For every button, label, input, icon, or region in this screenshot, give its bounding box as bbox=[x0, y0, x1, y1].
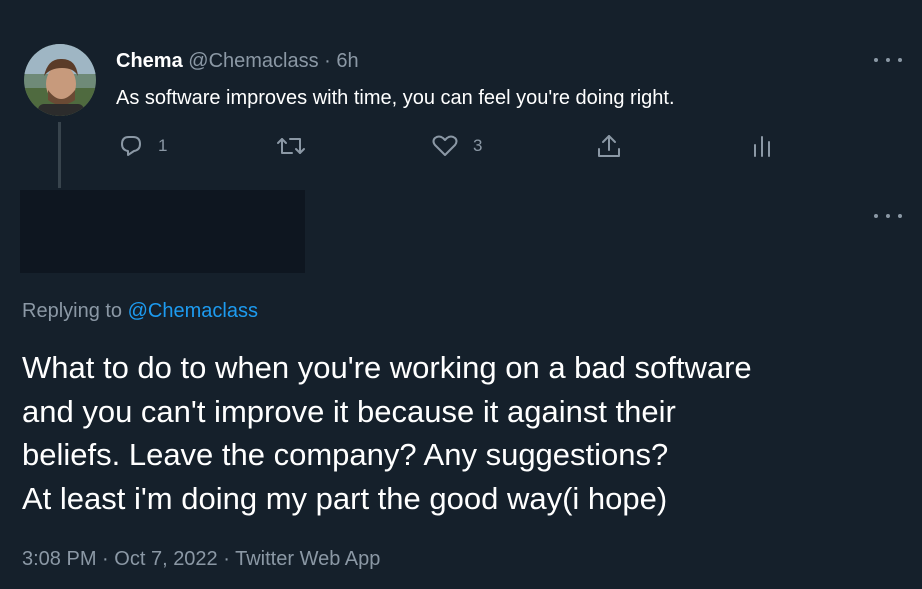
share-icon bbox=[598, 135, 620, 157]
avatar-image bbox=[24, 44, 96, 116]
like-count: 3 bbox=[473, 136, 483, 155]
analytics-icon bbox=[754, 136, 770, 157]
tweet-thread-view: Chema @Chemaclass · 6h As software impro… bbox=[0, 0, 922, 589]
tweet-timestamp-line: 3:08 PM · Oct 7, 2022 · Twitter Web App bbox=[22, 546, 380, 572]
reply-button[interactable]: 1 bbox=[118, 132, 167, 160]
replying-to-handle-link[interactable]: @Chemaclass bbox=[128, 300, 258, 322]
footer-separator: · bbox=[102, 548, 109, 570]
tweet-text-line: What to do to when you're working on a b… bbox=[22, 350, 752, 385]
tweet-text-line: and you can't improve it because it agai… bbox=[22, 393, 676, 429]
tweet-client: Twitter Web App bbox=[235, 548, 381, 570]
reply-count: 1 bbox=[158, 136, 168, 155]
retweet-icon bbox=[277, 138, 305, 154]
tweet-time-ago[interactable]: 6h bbox=[336, 50, 358, 72]
parent-tweet-header: Chema @Chemaclass · 6h bbox=[116, 49, 359, 73]
reply-tweet-text: What to do to when you're working on a b… bbox=[22, 346, 902, 520]
author-name[interactable]: Chema bbox=[116, 50, 183, 72]
redacted-author-block bbox=[20, 190, 305, 273]
meta-separator: · bbox=[324, 50, 331, 72]
avatar[interactable] bbox=[24, 44, 96, 116]
footer-separator: · bbox=[223, 548, 230, 570]
replying-to-label: Replying to bbox=[22, 300, 123, 322]
parent-tweet-text: As software improves with time, you can … bbox=[116, 87, 675, 109]
tweet-text-line: beliefs. Leave the company? Any suggesti… bbox=[22, 437, 669, 472]
more-dots-icon[interactable] bbox=[874, 211, 902, 221]
share-button[interactable] bbox=[595, 132, 623, 160]
retweet-button[interactable] bbox=[276, 132, 320, 160]
tweet-text-line: At least i'm doing my part the good way(… bbox=[22, 480, 668, 516]
author-handle[interactable]: @Chemaclass bbox=[188, 50, 318, 72]
heart-icon bbox=[432, 135, 458, 156]
tweet-time[interactable]: 3:08 PM bbox=[22, 548, 96, 570]
more-dots-icon[interactable] bbox=[874, 55, 902, 65]
like-button[interactable]: 3 bbox=[431, 132, 482, 160]
replying-to-line: Replying to @Chemaclass bbox=[22, 298, 258, 324]
tweet-date[interactable]: Oct 7, 2022 bbox=[114, 548, 217, 570]
thread-connector-line bbox=[58, 122, 61, 188]
reply-icon bbox=[121, 136, 141, 156]
analytics-button[interactable] bbox=[750, 132, 774, 160]
